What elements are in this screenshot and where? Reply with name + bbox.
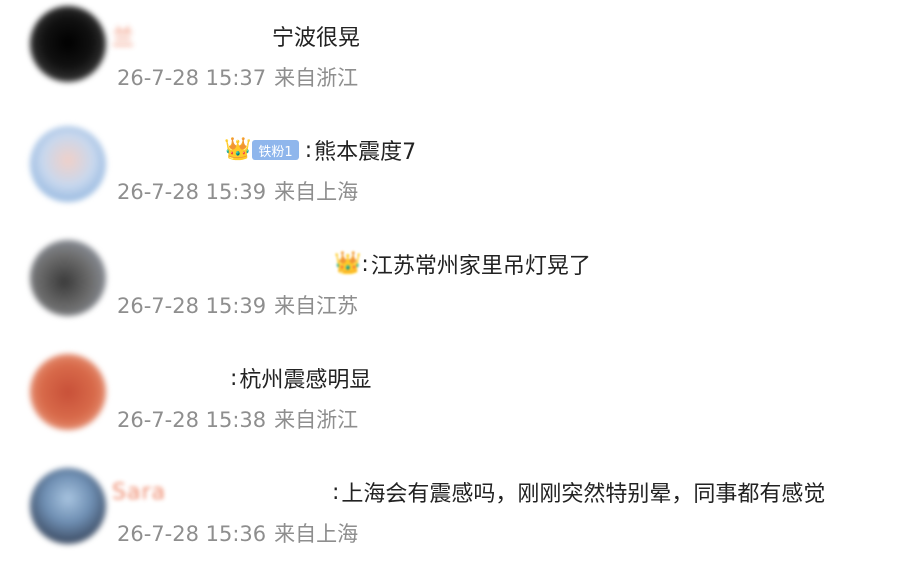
location: 来自浙江 [274,66,359,90]
comment-text: 熊本震度7 [314,140,417,165]
location: 来自江苏 [274,294,359,318]
avatar[interactable] [30,240,106,316]
comment-text: 上海会有震感吗，刚刚突然特别晕，同事都有感觉 [341,482,826,507]
comment-line: 👑 : 江苏常州家里吊灯晃了 [112,248,591,280]
comment-list: 兰 宁波很晃 26-7-28 15:37 来自浙江 👑 铁粉1 : 熊本震度7 2… [0,0,900,564]
crown-icon: 👑 [224,137,252,162]
location: 来自上海 [274,180,359,204]
avatar[interactable] [30,126,106,202]
fan-badge[interactable]: 铁粉1 [252,140,299,160]
comment-text: 杭州震感明显 [239,368,372,393]
timestamp: 26-7-28 15:37 [117,66,267,90]
timestamp: 26-7-28 15:36 [117,522,267,546]
comment-item: 👑 铁粉1 : 熊本震度7 26-7-28 15:39 来自上海 [0,114,900,226]
separator: : [304,137,313,163]
crown-icon: 👑 [334,251,362,276]
comment-meta: 26-7-28 15:36 来自上海 [117,518,358,548]
comment-item: 兰 宁波很晃 26-7-28 15:37 来自浙江 [0,0,900,112]
comment-item: Sara : 上海会有震感吗，刚刚突然特别晕，同事都有感觉 26-7-28 15… [0,456,900,568]
comment-item: : 杭州震感明显 26-7-28 15:38 来自浙江 [0,342,900,454]
comment-line: Sara : 上海会有震感吗，刚刚突然特别晕，同事都有感觉 [112,476,825,508]
comment-text: 宁波很晃 [272,26,361,51]
comment-text: 江苏常州家里吊灯晃了 [370,254,591,279]
separator: : [230,365,238,391]
separator: : [332,479,340,505]
comment-line: 👑 铁粉1 : 熊本震度7 [112,134,416,166]
timestamp: 26-7-28 15:39 [117,180,267,204]
comment-item: 👑 : 江苏常州家里吊灯晃了 26-7-28 15:39 来自江苏 [0,228,900,340]
comment-meta: 26-7-28 15:39 来自江苏 [117,290,358,320]
avatar[interactable] [30,354,106,430]
comment-meta: 26-7-28 15:39 来自上海 [117,176,358,206]
location: 来自浙江 [274,408,359,432]
comment-line: : 杭州震感明显 [112,362,371,394]
username[interactable]: 兰 [112,20,272,52]
separator: : [361,251,369,277]
timestamp: 26-7-28 15:38 [117,408,267,432]
location: 来自上海 [274,522,359,546]
comment-meta: 26-7-28 15:37 来自浙江 [117,62,358,92]
timestamp: 26-7-28 15:39 [117,294,267,318]
avatar[interactable] [30,6,106,82]
comment-meta: 26-7-28 15:38 来自浙江 [117,404,358,434]
comment-line: 兰 宁波很晃 [112,20,360,52]
avatar[interactable] [30,468,106,544]
username[interactable]: Sara [112,480,332,505]
